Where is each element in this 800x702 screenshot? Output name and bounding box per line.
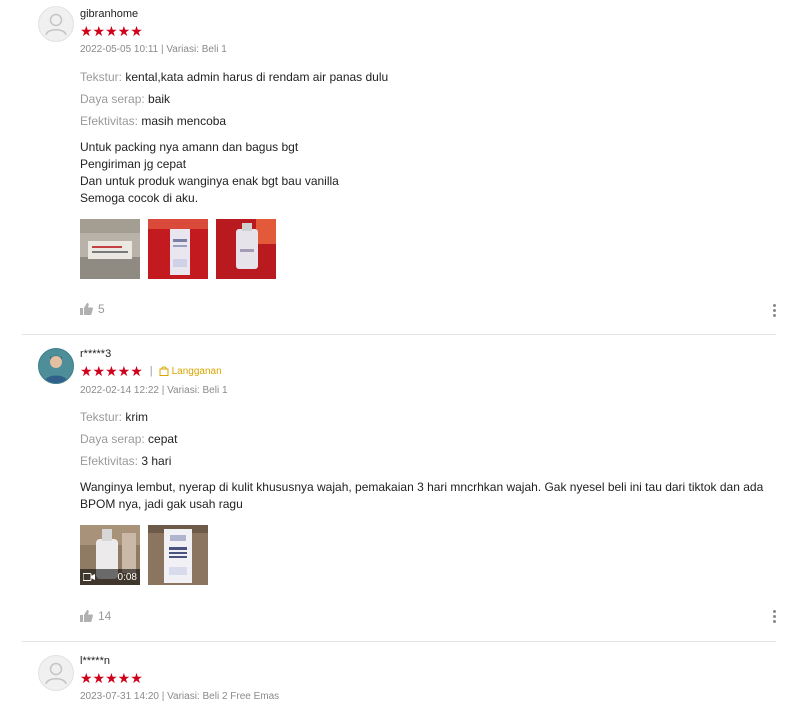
attribute-label: Daya serap: <box>80 432 145 446</box>
shopping-bag-icon <box>159 366 169 376</box>
avatar[interactable] <box>38 348 74 384</box>
review-body: Wanginya lembut, nyerap di kulit khususn… <box>80 480 764 511</box>
review-date-variation: 2023-07-31 14:20 | Variasi: Beli 2 Free … <box>80 691 280 702</box>
attribute-label: Efektivitas: <box>80 114 139 128</box>
user-photo-icon <box>39 349 73 383</box>
divider <box>22 641 776 642</box>
review-body: Untuk packing nya amann dan bagus bgt Pe… <box>80 139 780 207</box>
thumbs-up-icon <box>80 610 93 622</box>
thumbs-up-icon <box>80 303 93 315</box>
star-rating: ★★★★★ <box>80 363 143 379</box>
like-count: 5 <box>98 302 105 316</box>
attribute-label: Tekstur: <box>80 70 123 84</box>
review-photo[interactable] <box>80 219 140 279</box>
attribute-effectiveness: Efektivitas: masih mencoba <box>80 114 226 128</box>
review-photo[interactable] <box>148 525 208 585</box>
user-avatar-placeholder-icon <box>45 13 67 36</box>
attribute-label: Tekstur: <box>80 410 123 424</box>
like-count: 14 <box>98 609 112 623</box>
review-line: Dan untuk produk wanginya enak bgt bau v… <box>80 174 339 188</box>
attribute-value: 3 hari <box>141 454 172 468</box>
rating-stars: ★★★★★ <box>80 24 144 38</box>
video-overlay: 0:08 <box>80 569 140 585</box>
divider <box>22 334 776 335</box>
badge-label: Langganan <box>171 365 222 377</box>
review-date-variation: 2022-05-05 10:11 | Variasi: Beli 1 <box>80 44 227 55</box>
avatar[interactable] <box>38 6 74 42</box>
avatar[interactable] <box>38 655 74 691</box>
attribute-value: masih mencoba <box>141 114 227 128</box>
review-video[interactable]: 0:08 <box>80 525 140 585</box>
star-rating: ★★★★★ <box>80 670 143 686</box>
star-rating: ★★★★★ <box>80 23 143 39</box>
attribute-value: krim <box>125 410 149 424</box>
review-photo[interactable] <box>148 219 208 279</box>
video-camera-icon <box>83 573 95 581</box>
review-line: Pengiriman jg cepat <box>80 157 187 171</box>
review-media <box>80 219 276 279</box>
video-duration: 0:08 <box>117 571 137 583</box>
more-options-button[interactable] <box>770 304 778 320</box>
review-line: Semoga cocok di aku. <box>80 191 199 205</box>
review-date-variation: 2022-02-14 12:22 | Variasi: Beli 1 <box>80 385 228 396</box>
user-avatar-placeholder-icon <box>45 662 67 685</box>
attribute-value: cepat <box>148 432 178 446</box>
subscriber-badge: Langganan <box>159 366 222 377</box>
attribute-value: kental,kata admin harus di rendam air pa… <box>125 70 389 84</box>
attribute-label: Efektivitas: <box>80 454 139 468</box>
review-photo[interactable] <box>216 219 276 279</box>
attribute-absorption: Daya serap: baik <box>80 92 170 106</box>
review-media: 0:08 <box>80 525 208 585</box>
review-line: Untuk packing nya amann dan bagus bgt <box>80 140 299 154</box>
attribute-effectiveness: Efektivitas: 3 hari <box>80 454 171 468</box>
reviewer-username[interactable]: gibranhome <box>80 8 138 20</box>
attribute-texture: Tekstur: kental,kata admin harus di rend… <box>80 70 388 84</box>
reviewer-username[interactable]: r*****3 <box>80 348 111 360</box>
like-button[interactable]: 5 <box>80 302 105 316</box>
more-options-button[interactable] <box>770 610 778 626</box>
attribute-absorption: Daya serap: cepat <box>80 432 177 446</box>
separator: | <box>149 365 153 377</box>
like-button[interactable]: 14 <box>80 609 111 623</box>
reviewer-username[interactable]: l*****n <box>80 655 110 667</box>
attribute-value: baik <box>148 92 171 106</box>
rating-stars: ★★★★★ <box>80 671 144 685</box>
rating-stars: ★★★★★ | Langganan <box>80 364 222 378</box>
attribute-texture: Tekstur: krim <box>80 410 148 424</box>
attribute-label: Daya serap: <box>80 92 145 106</box>
